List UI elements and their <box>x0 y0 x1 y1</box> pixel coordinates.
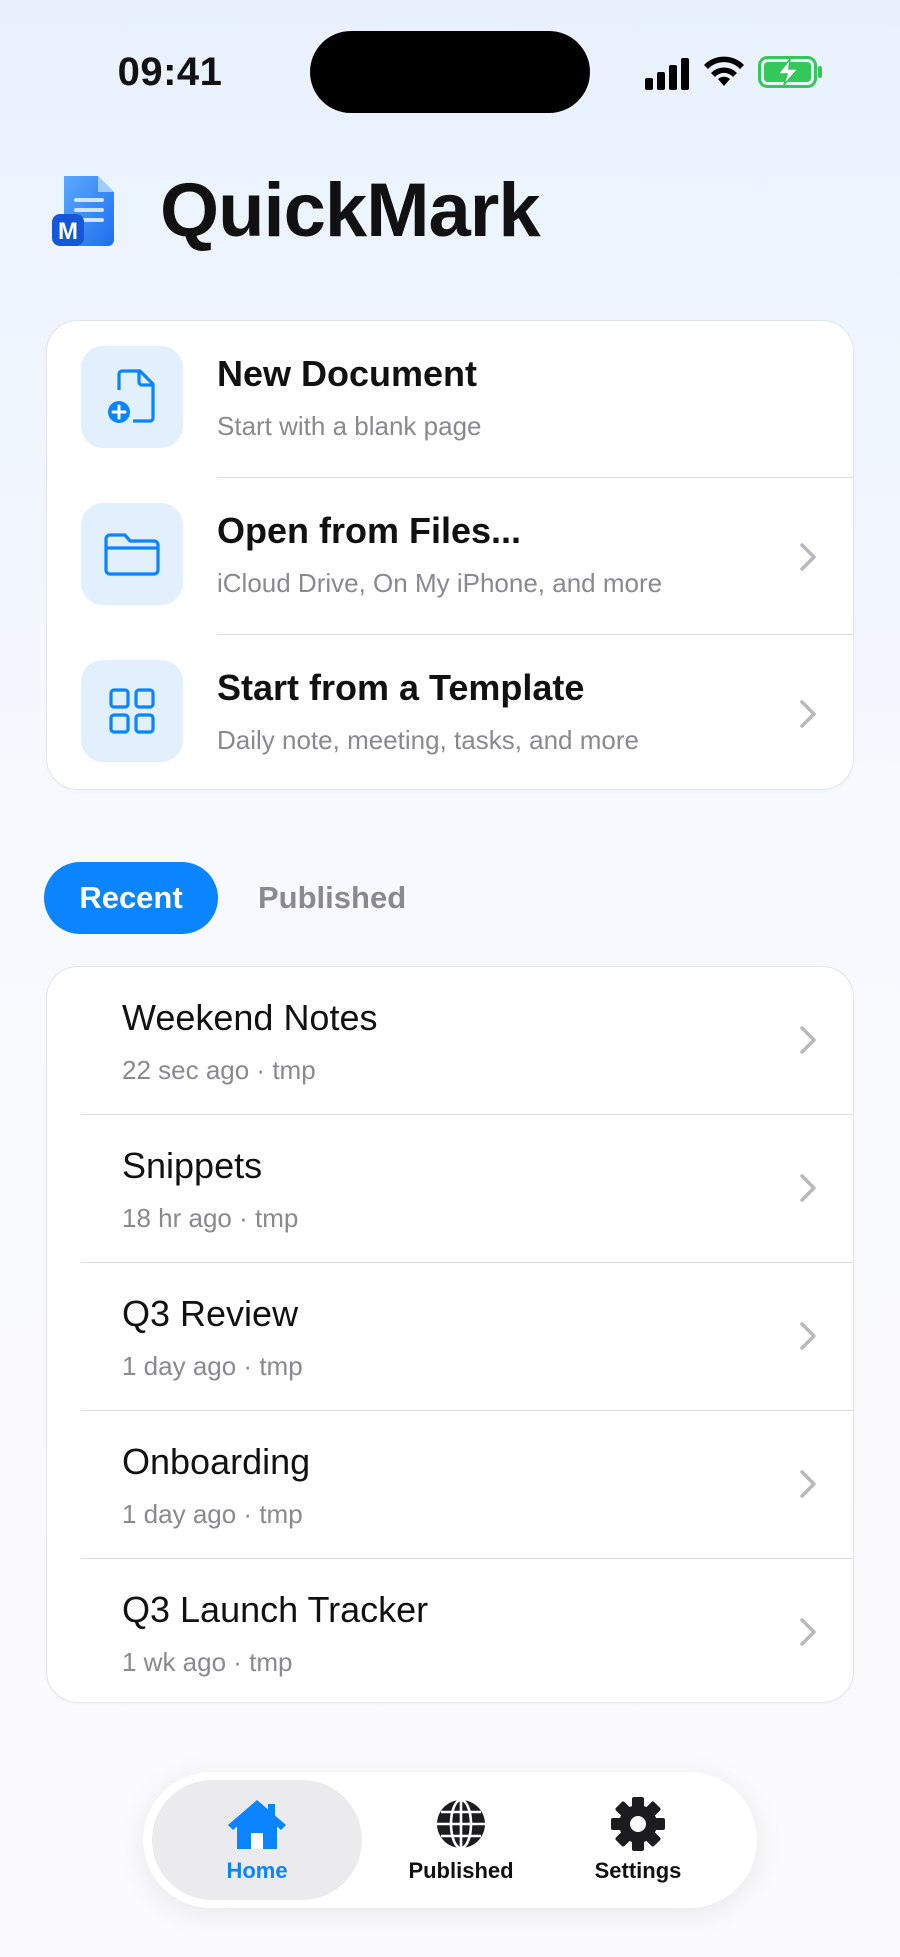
list-item[interactable]: Onboarding 1 day ago · tmp <box>47 1411 853 1559</box>
recent-documents-list: Weekend Notes 22 sec ago · tmp Snippets … <box>46 966 854 1703</box>
document-title: Q3 Review <box>122 1293 299 1334</box>
cellular-signal-icon <box>645 58 689 90</box>
action-subtitle: iCloud Drive, On My iPhone, and more <box>217 568 663 598</box>
start-from-template-button[interactable]: Start from a Template Daily note, meetin… <box>47 635 853 789</box>
gear-icon <box>610 1796 666 1852</box>
tabbar-label: Published <box>408 1858 514 1883</box>
chevron-right-icon <box>800 543 816 571</box>
app-title: QuickMark <box>160 167 541 253</box>
list-item[interactable]: Weekend Notes 22 sec ago · tmp <box>47 967 853 1115</box>
home-icon <box>225 1796 289 1852</box>
tabbar-home[interactable]: Home <box>152 1780 362 1900</box>
action-subtitle: Daily note, meeting, tasks, and more <box>217 725 639 755</box>
document-meta: 1 wk ago · tmp <box>122 1647 293 1677</box>
list-item[interactable]: Q3 Review 1 day ago · tmp <box>47 1263 853 1411</box>
dynamic-island <box>310 31 590 113</box>
segment-tabs: Recent Published <box>44 862 406 934</box>
new-document-button[interactable]: New Document Start with a blank page <box>47 321 853 478</box>
wifi-icon <box>704 56 744 86</box>
action-title: Start from a Template <box>217 667 585 708</box>
tabbar-published[interactable]: Published <box>371 1780 551 1900</box>
chevron-right-icon <box>800 700 816 728</box>
grid-icon <box>81 660 183 762</box>
list-item[interactable]: Snippets 18 hr ago · tmp <box>47 1115 853 1263</box>
action-title: Open from Files... <box>217 510 522 551</box>
action-title: New Document <box>217 353 478 394</box>
quick-actions-card: New Document Start with a blank page Ope… <box>46 320 854 790</box>
document-meta: 1 day ago · tmp <box>122 1499 303 1529</box>
folder-icon <box>81 503 183 605</box>
list-item[interactable]: Q3 Launch Tracker 1 wk ago · tmp <box>47 1559 853 1702</box>
chevron-right-icon <box>800 1618 816 1646</box>
action-subtitle: Start with a blank page <box>217 411 482 441</box>
battery-charging-icon <box>758 56 822 88</box>
document-meta: 22 sec ago · tmp <box>122 1055 316 1085</box>
tab-published[interactable]: Published <box>258 880 406 916</box>
tabbar-label: Home <box>226 1858 288 1883</box>
document-title: Onboarding <box>122 1441 311 1482</box>
document-meta: 18 hr ago · tmp <box>122 1203 299 1233</box>
tabbar-settings[interactable]: Settings <box>548 1780 728 1900</box>
document-title: Snippets <box>122 1145 263 1186</box>
status-bar: 09:41 <box>0 0 900 150</box>
document-title: Weekend Notes <box>122 997 378 1038</box>
logo-letter: M <box>58 218 78 245</box>
globe-icon <box>434 1796 488 1852</box>
bottom-tab-bar: Home Published Settings <box>143 1772 757 1908</box>
chevron-right-icon <box>800 1470 816 1498</box>
app-header: M QuickMark <box>50 165 541 255</box>
quickmark-logo: M <box>50 170 120 250</box>
chevron-right-icon <box>800 1174 816 1202</box>
open-from-files-button[interactable]: Open from Files... iCloud Drive, On My i… <box>47 478 853 635</box>
status-time: 09:41 <box>117 50 223 94</box>
tabbar-label: Settings <box>594 1858 682 1883</box>
new-document-icon <box>81 346 183 448</box>
document-meta: 1 day ago · tmp <box>122 1351 303 1381</box>
chevron-right-icon <box>800 1026 816 1054</box>
chevron-right-icon <box>800 1322 816 1350</box>
tab-recent[interactable]: Recent <box>44 862 218 934</box>
document-title: Q3 Launch Tracker <box>122 1589 429 1630</box>
